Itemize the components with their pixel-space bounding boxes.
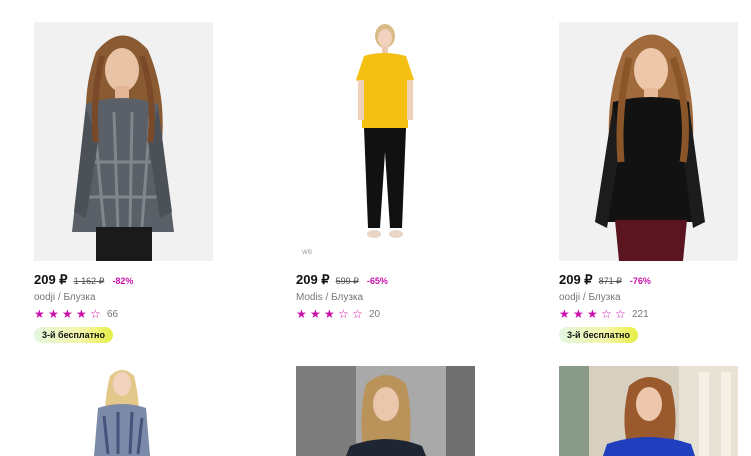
star-icon: ★ [62, 307, 73, 321]
current-price: 209 ₽ [34, 272, 68, 287]
watermark: WB [302, 250, 313, 256]
rating: ★ ★ ★ ☆ ☆ 20 [296, 308, 380, 320]
product-image[interactable] [34, 366, 213, 456]
product-card[interactable]: 209 ₽ 1 162 ₽ -82% oodji / Блузка ★ ★ ★ … [34, 22, 213, 343]
promo-badge: 3-й бесплатно [34, 327, 113, 343]
product-image[interactable] [296, 366, 475, 456]
old-price: 871 ₽ [598, 276, 622, 286]
discount-badge: -65% [366, 276, 388, 286]
product-category: Блузка [331, 292, 364, 303]
product-card[interactable]: 209 ₽ 871 ₽ -76% oodji / Блузка ★ ★ ★ ☆ … [559, 22, 738, 343]
star-icon: ★ [324, 307, 335, 321]
star-outline-icon: ☆ [615, 307, 626, 321]
product-card[interactable] [296, 366, 475, 456]
price-row: 209 ₽ 599 ₽ -65% [296, 272, 388, 288]
brand-name: oodji [34, 292, 56, 303]
product-card[interactable] [34, 366, 213, 456]
star-outline-icon: ☆ [338, 307, 349, 321]
product-image[interactable] [559, 366, 738, 456]
discount-badge: -82% [112, 276, 134, 286]
star-outline-icon: ☆ [601, 307, 612, 321]
star-icon: ★ [34, 307, 45, 321]
product-category: Блузка [63, 292, 96, 303]
star-icon: ★ [587, 307, 598, 321]
product-category: Блузка [588, 292, 621, 303]
star-icon: ★ [48, 307, 59, 321]
current-price: 209 ₽ [559, 272, 593, 287]
star-icon: ★ [573, 307, 584, 321]
product-image[interactable]: WB [296, 22, 475, 261]
product-card[interactable]: WB 209 ₽ 599 ₽ -65% Modis / Блузка ★ ★ ★… [296, 22, 475, 320]
name-separator: / [322, 292, 332, 303]
star-icon: ★ [76, 307, 87, 321]
product-name[interactable]: oodji / Блузка [34, 292, 96, 303]
price-row: 209 ₽ 871 ₽ -76% [559, 272, 651, 288]
review-count: 66 [107, 308, 119, 320]
product-image[interactable] [559, 22, 738, 261]
review-count: 20 [369, 308, 381, 320]
brand-name: Modis [296, 292, 323, 303]
old-price: 1 162 ₽ [73, 276, 105, 286]
price-row: 209 ₽ 1 162 ₽ -82% [34, 272, 133, 288]
rating: ★ ★ ★ ★ ☆ 66 [34, 308, 118, 320]
old-price: 599 ₽ [335, 276, 359, 286]
star-outline-icon: ☆ [90, 307, 101, 321]
product-name[interactable]: oodji / Блузка [559, 292, 621, 303]
discount-badge: -76% [629, 276, 651, 286]
star-icon: ★ [296, 307, 307, 321]
rating: ★ ★ ★ ☆ ☆ 221 [559, 308, 649, 320]
brand-name: oodji [559, 292, 581, 303]
current-price: 209 ₽ [296, 272, 330, 287]
product-name[interactable]: Modis / Блузка [296, 292, 363, 303]
product-image[interactable] [34, 22, 213, 261]
star-icon: ★ [559, 307, 570, 321]
promo-badge: 3-й бесплатно [559, 327, 638, 343]
star-outline-icon: ☆ [352, 307, 363, 321]
product-card[interactable] [559, 366, 738, 456]
review-count: 221 [632, 308, 649, 320]
star-icon: ★ [310, 307, 321, 321]
